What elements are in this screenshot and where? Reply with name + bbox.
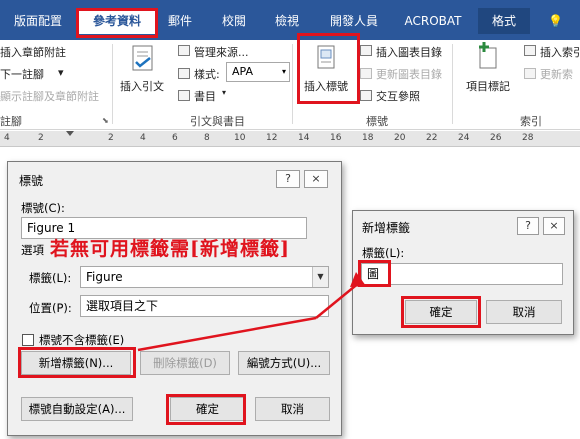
arrow-annotation [137,272,366,352]
annotation-text: 若無可用標籤需[新增標籤] [50,238,290,260]
